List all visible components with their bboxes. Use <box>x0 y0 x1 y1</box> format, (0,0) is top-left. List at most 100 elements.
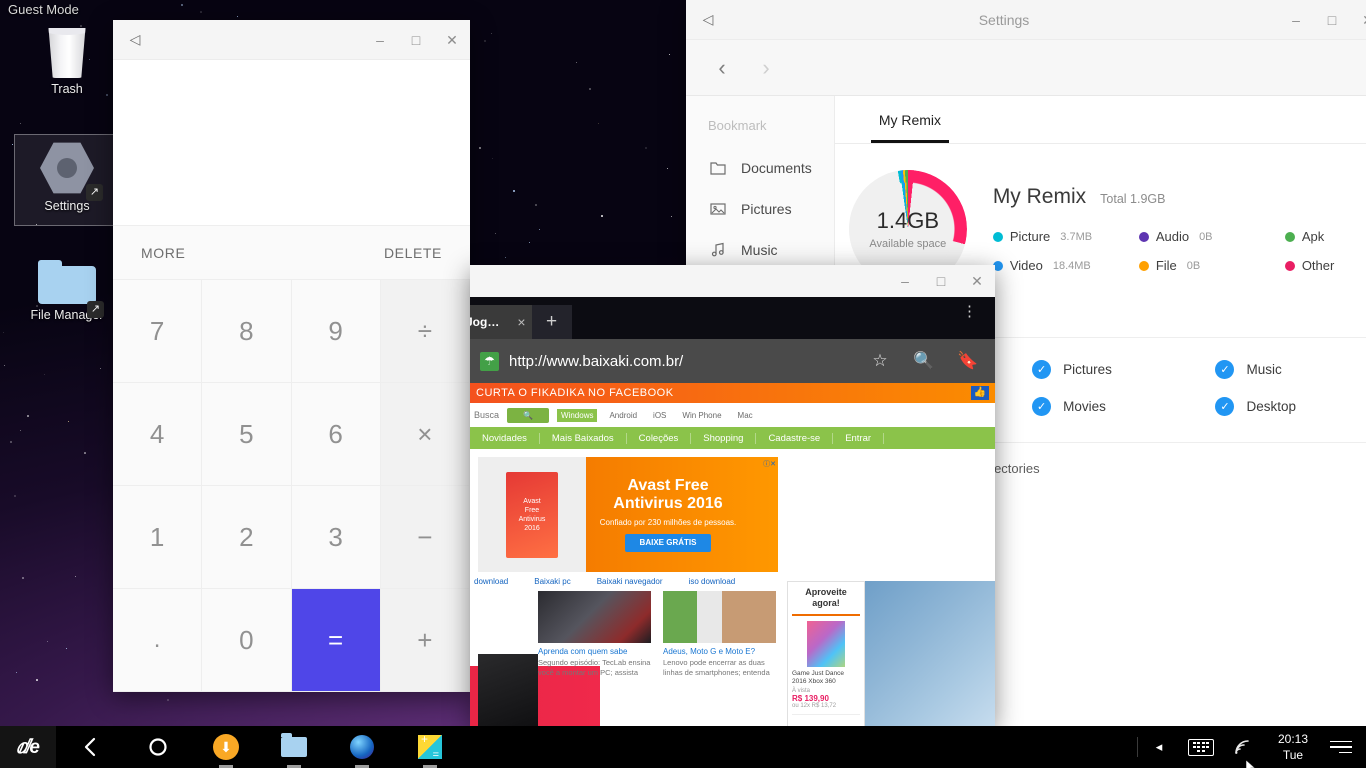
avast-ad-banner[interactable]: ⓘ✕ Avast Free Antivirus 2016 Avast Free … <box>478 457 778 572</box>
sidebar-item-music[interactable]: Music <box>686 229 834 270</box>
taskbar-home-button[interactable] <box>124 726 192 768</box>
article-cards[interactable]: Aprenda com quem sabe Segundo episódio: … <box>538 591 788 678</box>
file-manager-titlebar[interactable]: ◁ Settings – □ ✕ <box>686 0 1366 40</box>
taskbar-clock[interactable]: 20:13 Tue <box>1264 731 1322 763</box>
key-decimal[interactable]: . <box>113 589 203 692</box>
check-icon[interactable]: ✓ <box>1215 397 1235 416</box>
article-title[interactable]: Adeus, Moto G e Moto E? <box>663 647 776 656</box>
keyboard-icon[interactable] <box>1180 726 1222 768</box>
tab-my-remix[interactable]: My Remix <box>870 96 950 143</box>
key-3[interactable]: 3 <box>291 486 381 589</box>
favorite-music[interactable]: ✓ Music <box>1215 360 1366 379</box>
taskbar-back-button[interactable] <box>56 726 124 768</box>
back-triangle-icon[interactable]: ◁ <box>686 11 730 28</box>
sidebar-item-pictures[interactable]: Pictures <box>686 188 834 229</box>
calculator-titlebar[interactable]: ◁ – □ ✕ <box>113 20 470 60</box>
calculator-window[interactable]: ◁ – □ ✕ MORE DELETE 7 8 9 ÷ 4 5 6 × 1 2 … <box>113 20 470 692</box>
browser-page-content[interactable]: CURTA O FIKADIKA NO FACEBOOK 👍 Busca 🔍 W… <box>470 383 995 726</box>
shopping-rail[interactable]: Aproveite agora! Game Just Dance 2016 Xb… <box>787 581 865 726</box>
key-equals[interactable]: = <box>291 589 381 692</box>
key-6[interactable]: 6 <box>291 383 381 486</box>
browser-titlebar[interactable]: – □ ✕ <box>470 265 995 297</box>
hamburger-notifications-icon[interactable] <box>1322 740 1366 754</box>
minimize-button[interactable]: – <box>362 20 398 60</box>
calculator-keypad[interactable]: 7 8 9 ÷ 4 5 6 × 1 2 3 − . 0 = + <box>113 280 470 692</box>
desktop-icon-settings[interactable]: ↗ Settings <box>14 134 120 226</box>
check-icon[interactable]: ✓ <box>1215 360 1235 379</box>
close-button[interactable]: ✕ <box>959 265 995 297</box>
desktop-icon-trash[interactable]: Trash <box>14 22 120 114</box>
content-tabs[interactable]: My Remix <box>834 96 1366 144</box>
key-8[interactable]: 8 <box>202 280 292 383</box>
key-1[interactable]: 1 <box>113 486 203 589</box>
star-icon[interactable]: ☆ <box>863 351 897 371</box>
nav-mais-baixados[interactable]: Mais Baixados <box>540 432 627 444</box>
platform-android[interactable]: Android <box>605 409 641 422</box>
nav-back-button[interactable]: ‹ <box>700 55 744 81</box>
launcher-button[interactable]: ⅆe <box>0 726 56 768</box>
file-manager-navbar[interactable]: ‹ › <box>686 40 1366 96</box>
check-icon[interactable]: ✓ <box>1032 360 1052 379</box>
overflow-menu-icon[interactable]: ⋮ <box>962 304 977 319</box>
minimize-button[interactable]: – <box>1278 0 1314 40</box>
article-card[interactable]: Adeus, Moto G e Moto E? Lenovo pode ence… <box>663 591 776 678</box>
close-button[interactable]: ✕ <box>1350 0 1366 40</box>
platform-winphone[interactable]: Win Phone <box>678 409 725 422</box>
adchoices-icon[interactable]: ⓘ✕ <box>763 459 776 469</box>
thumbs-up-icon[interactable]: 👍 <box>971 386 989 400</box>
favorite-desktop[interactable]: ✓ Desktop <box>1215 397 1366 416</box>
bookmark-icon[interactable]: 🔖 <box>951 351 985 371</box>
calculator-display[interactable] <box>113 60 470 225</box>
nav-entrar[interactable]: Entrar <box>833 432 885 444</box>
site-search-row[interactable]: Busca 🔍 Windows Android iOS Win Phone Ma… <box>470 403 995 427</box>
check-icon[interactable]: ✓ <box>1032 397 1052 416</box>
platform-windows[interactable]: Windows <box>557 408 598 422</box>
nav-novidades[interactable]: Novidades <box>470 432 540 444</box>
nav-forward-button[interactable]: › <box>744 55 788 81</box>
site-search-button[interactable]: 🔍 <box>507 407 550 423</box>
maximize-button[interactable]: □ <box>1314 0 1350 40</box>
browser-tab[interactable]: Jog… × <box>470 305 532 339</box>
close-icon[interactable]: × <box>517 314 525 330</box>
platform-mac[interactable]: Mac <box>734 409 757 422</box>
nav-cadastre-se[interactable]: Cadastre-se <box>756 432 834 444</box>
browser-omnibox[interactable]: ☂ http://www.baixaki.com.br/ ☆ 🔍 🔖 <box>470 339 995 383</box>
url-input[interactable]: http://www.baixaki.com.br/ <box>509 353 853 370</box>
favorite-movies[interactable]: ✓ Movies <box>1032 397 1215 416</box>
key-divide[interactable]: ÷ <box>380 280 470 383</box>
taskbar-calculator-app[interactable] <box>396 726 464 768</box>
wifi-icon[interactable] <box>1222 726 1264 768</box>
platform-ios[interactable]: iOS <box>649 409 670 422</box>
key-9[interactable]: 9 <box>291 280 381 383</box>
maximize-button[interactable]: □ <box>398 20 434 60</box>
close-button[interactable]: ✕ <box>434 20 470 60</box>
desktop-icon-file-manager[interactable]: ↗ File Manager <box>14 250 120 342</box>
minimize-button[interactable]: – <box>887 265 923 297</box>
key-2[interactable]: 2 <box>202 486 292 589</box>
taskbar-browser-app[interactable] <box>328 726 396 768</box>
key-plus[interactable]: + <box>380 589 470 692</box>
link-iso-download[interactable]: iso download <box>689 577 736 586</box>
maximize-button[interactable]: □ <box>923 265 959 297</box>
link-download[interactable]: download <box>474 577 508 586</box>
link-baixaki-navegador[interactable]: Baixaki navegador <box>597 577 663 586</box>
back-triangle-icon[interactable]: ◁ <box>113 31 157 48</box>
nav-shopping[interactable]: Shopping <box>691 432 757 444</box>
article-title[interactable]: Aprenda com quem sabe <box>538 647 651 656</box>
article-card[interactable]: Aprenda com quem sabe Segundo episódio: … <box>538 591 651 678</box>
key-4[interactable]: 4 <box>113 383 203 486</box>
facebook-promo-banner[interactable]: CURTA O FIKADIKA NO FACEBOOK 👍 <box>470 383 995 403</box>
search-icon[interactable]: 🔍 <box>907 351 941 371</box>
key-7[interactable]: 7 <box>113 280 203 383</box>
browser-tabstrip[interactable]: Jog… × + ⋮ <box>470 297 995 339</box>
ad-cta-button[interactable]: BAIXE GRÁTIS <box>625 533 711 552</box>
rail-product[interactable]: Game Just Dance 2016 Xbox 360 À vista R$… <box>792 620 860 709</box>
more-button[interactable]: MORE <box>141 245 185 261</box>
sidebar-item-documents[interactable]: Documents <box>686 147 834 188</box>
browser-window[interactable]: – □ ✕ Jog… × + ⋮ ☂ http://www.baixaki.co… <box>470 265 995 726</box>
expand-tray-icon[interactable]: ◂ <box>1138 726 1180 768</box>
taskbar[interactable]: ⅆe ⬇ ◂ 20:13 Tue <box>0 726 1366 768</box>
link-baixaki-pc[interactable]: Baixaki pc <box>534 577 570 586</box>
nav-colecoes[interactable]: Coleções <box>627 432 692 444</box>
site-search-input[interactable]: Busca <box>474 410 499 420</box>
